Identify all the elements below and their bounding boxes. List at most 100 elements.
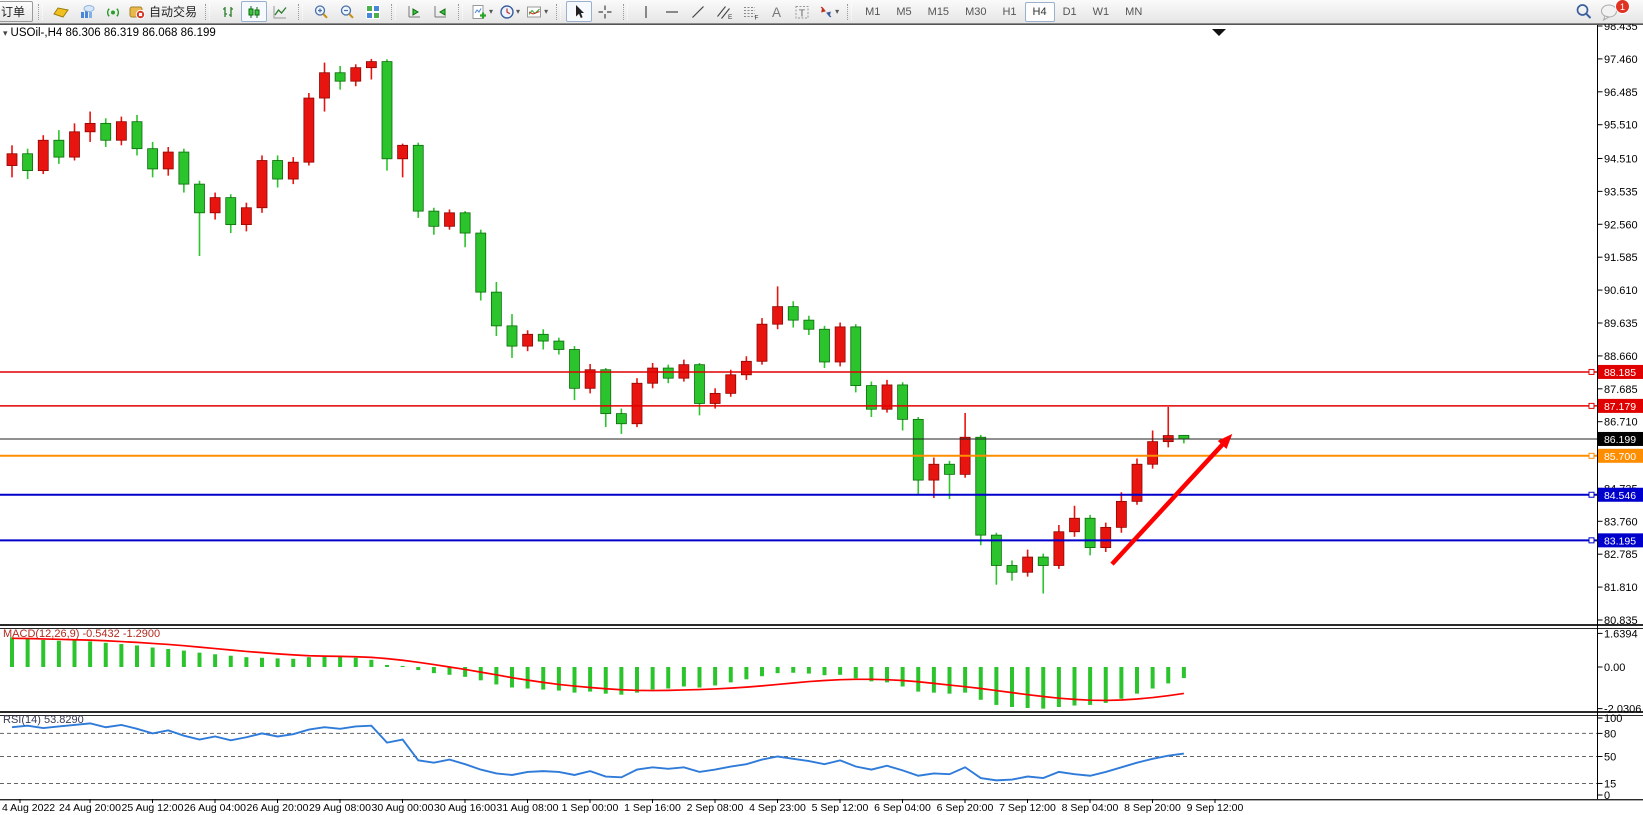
chevron-down-icon: ▾ — [544, 7, 548, 16]
timeframe-d1[interactable]: D1 — [1055, 2, 1085, 22]
candlestick-chart-type-icon[interactable] — [241, 1, 267, 22]
macd-histogram-bar — [682, 667, 686, 686]
timeframe-m5[interactable]: M5 — [888, 2, 919, 22]
gold-bar-icon[interactable] — [48, 1, 74, 22]
templates-button[interactable]: ▾ — [523, 1, 551, 22]
macd-histogram-bar — [838, 667, 842, 675]
fibonacci-tool-icon[interactable]: F — [737, 1, 763, 22]
panel-separator[interactable] — [0, 628, 1643, 629]
chevron-down-icon: ▾ — [516, 7, 520, 16]
auto-scroll-icon[interactable] — [427, 1, 453, 22]
vertical-line-tool-icon[interactable] — [633, 1, 659, 22]
macd-histogram-bar — [166, 649, 170, 667]
time-label: 30 Aug 16:00 — [434, 802, 496, 814]
periods-button[interactable]: ▾ — [496, 1, 523, 22]
macd-histogram-bar — [573, 667, 577, 693]
time-label: 6 Sep 20:00 — [937, 802, 994, 814]
timeframe-m15[interactable]: M15 — [920, 2, 957, 22]
candle-body — [1038, 557, 1048, 565]
candle-body — [351, 68, 361, 82]
price-tick-label: 97.460 — [1604, 54, 1638, 66]
mt4-window: 订单 自动交易 — [0, 0, 1643, 815]
tile-windows-icon[interactable] — [360, 1, 386, 22]
macd-histogram-bar — [698, 667, 702, 688]
candle-body — [663, 368, 673, 378]
candle-body — [507, 326, 517, 346]
panel-separator[interactable] — [0, 711, 1643, 713]
macd-histogram-bar — [948, 667, 952, 694]
candle-body — [210, 198, 220, 213]
bar-chart-type-icon[interactable] — [215, 1, 241, 22]
timeframe-m1[interactable]: M1 — [857, 2, 888, 22]
candle-body — [929, 464, 939, 480]
macd-tick-label: 1.6394 — [1604, 628, 1638, 640]
macd-histogram-bar — [432, 667, 436, 673]
macd-histogram-bar — [1151, 667, 1155, 689]
macd-histogram-bar — [479, 667, 483, 680]
candle-body — [788, 307, 798, 321]
macd-histogram-bar — [776, 667, 780, 673]
zoom-out-icon[interactable] — [334, 1, 360, 22]
macd-histogram-bar — [57, 641, 61, 667]
cloud-chart-icon[interactable] — [74, 1, 100, 22]
candle-body — [945, 464, 955, 474]
autotrading-button[interactable]: 自动交易 — [126, 1, 200, 22]
chevron-down-icon: ▾ — [835, 7, 839, 16]
timeframe-h1[interactable]: H1 — [994, 2, 1024, 22]
timeframe-w1[interactable]: W1 — [1085, 2, 1118, 22]
horizontal-line-tool-icon[interactable] — [659, 1, 685, 22]
line-chart-type-icon[interactable] — [267, 1, 293, 22]
arrows-tool-button[interactable]: ▾ — [815, 1, 842, 22]
candle-body — [54, 140, 64, 157]
zoom-in-icon[interactable] — [308, 1, 334, 22]
search-icon[interactable] — [1571, 1, 1597, 22]
trendline-tool-icon[interactable] — [685, 1, 711, 22]
candle-body — [851, 327, 861, 386]
text-tool-icon[interactable]: A — [763, 1, 789, 22]
candle-body — [179, 152, 189, 184]
hline-anchor[interactable] — [1589, 403, 1594, 408]
candle-body — [1132, 464, 1142, 501]
price-tick-label: 83.760 — [1604, 516, 1638, 528]
chat-button[interactable]: 1 — [1597, 1, 1625, 22]
panel-separator[interactable] — [0, 715, 1643, 716]
equidistant-channel-tool-icon[interactable]: E — [711, 1, 737, 22]
chart-menu-icon[interactable]: ▾ — [3, 28, 8, 38]
candle-body — [445, 213, 455, 227]
candle-body — [1085, 518, 1095, 547]
candle-body — [132, 122, 142, 149]
macd-histogram-bar — [119, 644, 123, 667]
hline-anchor[interactable] — [1589, 453, 1594, 458]
time-label: 24 Aug 20:00 — [59, 802, 121, 814]
text-label-tool-icon[interactable]: T — [789, 1, 815, 22]
panel-separator[interactable] — [0, 624, 1643, 626]
macd-histogram-bar — [1182, 667, 1186, 678]
time-label: 4 Aug 2022 — [2, 802, 55, 814]
hline-anchor[interactable] — [1589, 369, 1594, 374]
hline-anchor[interactable] — [1589, 492, 1594, 497]
chart-shift-icon[interactable] — [401, 1, 427, 22]
hline-anchor[interactable] — [1589, 538, 1594, 543]
timeframe-mn[interactable]: MN — [1117, 2, 1150, 22]
macd-histogram-bar — [182, 651, 186, 667]
macd-histogram-bar — [1135, 667, 1139, 694]
cursor-tool-icon[interactable] — [566, 1, 592, 22]
candle-body — [757, 324, 767, 361]
macd-histogram-bar — [1088, 667, 1092, 705]
timeframe-h4[interactable]: H4 — [1025, 2, 1055, 22]
time-label: 8 Sep 20:00 — [1124, 802, 1181, 814]
new-chart-button[interactable]: ▾ — [468, 1, 496, 22]
macd-histogram-bar — [744, 667, 748, 679]
macd-histogram-bar — [557, 667, 561, 691]
macd-histogram-bar — [448, 667, 452, 675]
candle-body — [70, 132, 80, 157]
toolbar-grip — [847, 4, 852, 20]
candle-body — [195, 184, 205, 213]
new-order-button[interactable]: 订单 — [0, 1, 33, 22]
macd-histogram-bar — [916, 667, 920, 692]
signal-icon[interactable] — [100, 1, 126, 22]
timeframe-m30[interactable]: M30 — [957, 2, 994, 22]
crosshair-tool-icon[interactable] — [592, 1, 618, 22]
time-label: 7 Sep 12:00 — [999, 802, 1056, 814]
chart-canvas[interactable]: 98.43597.46096.48595.51094.51093.53592.5… — [0, 24, 1643, 815]
